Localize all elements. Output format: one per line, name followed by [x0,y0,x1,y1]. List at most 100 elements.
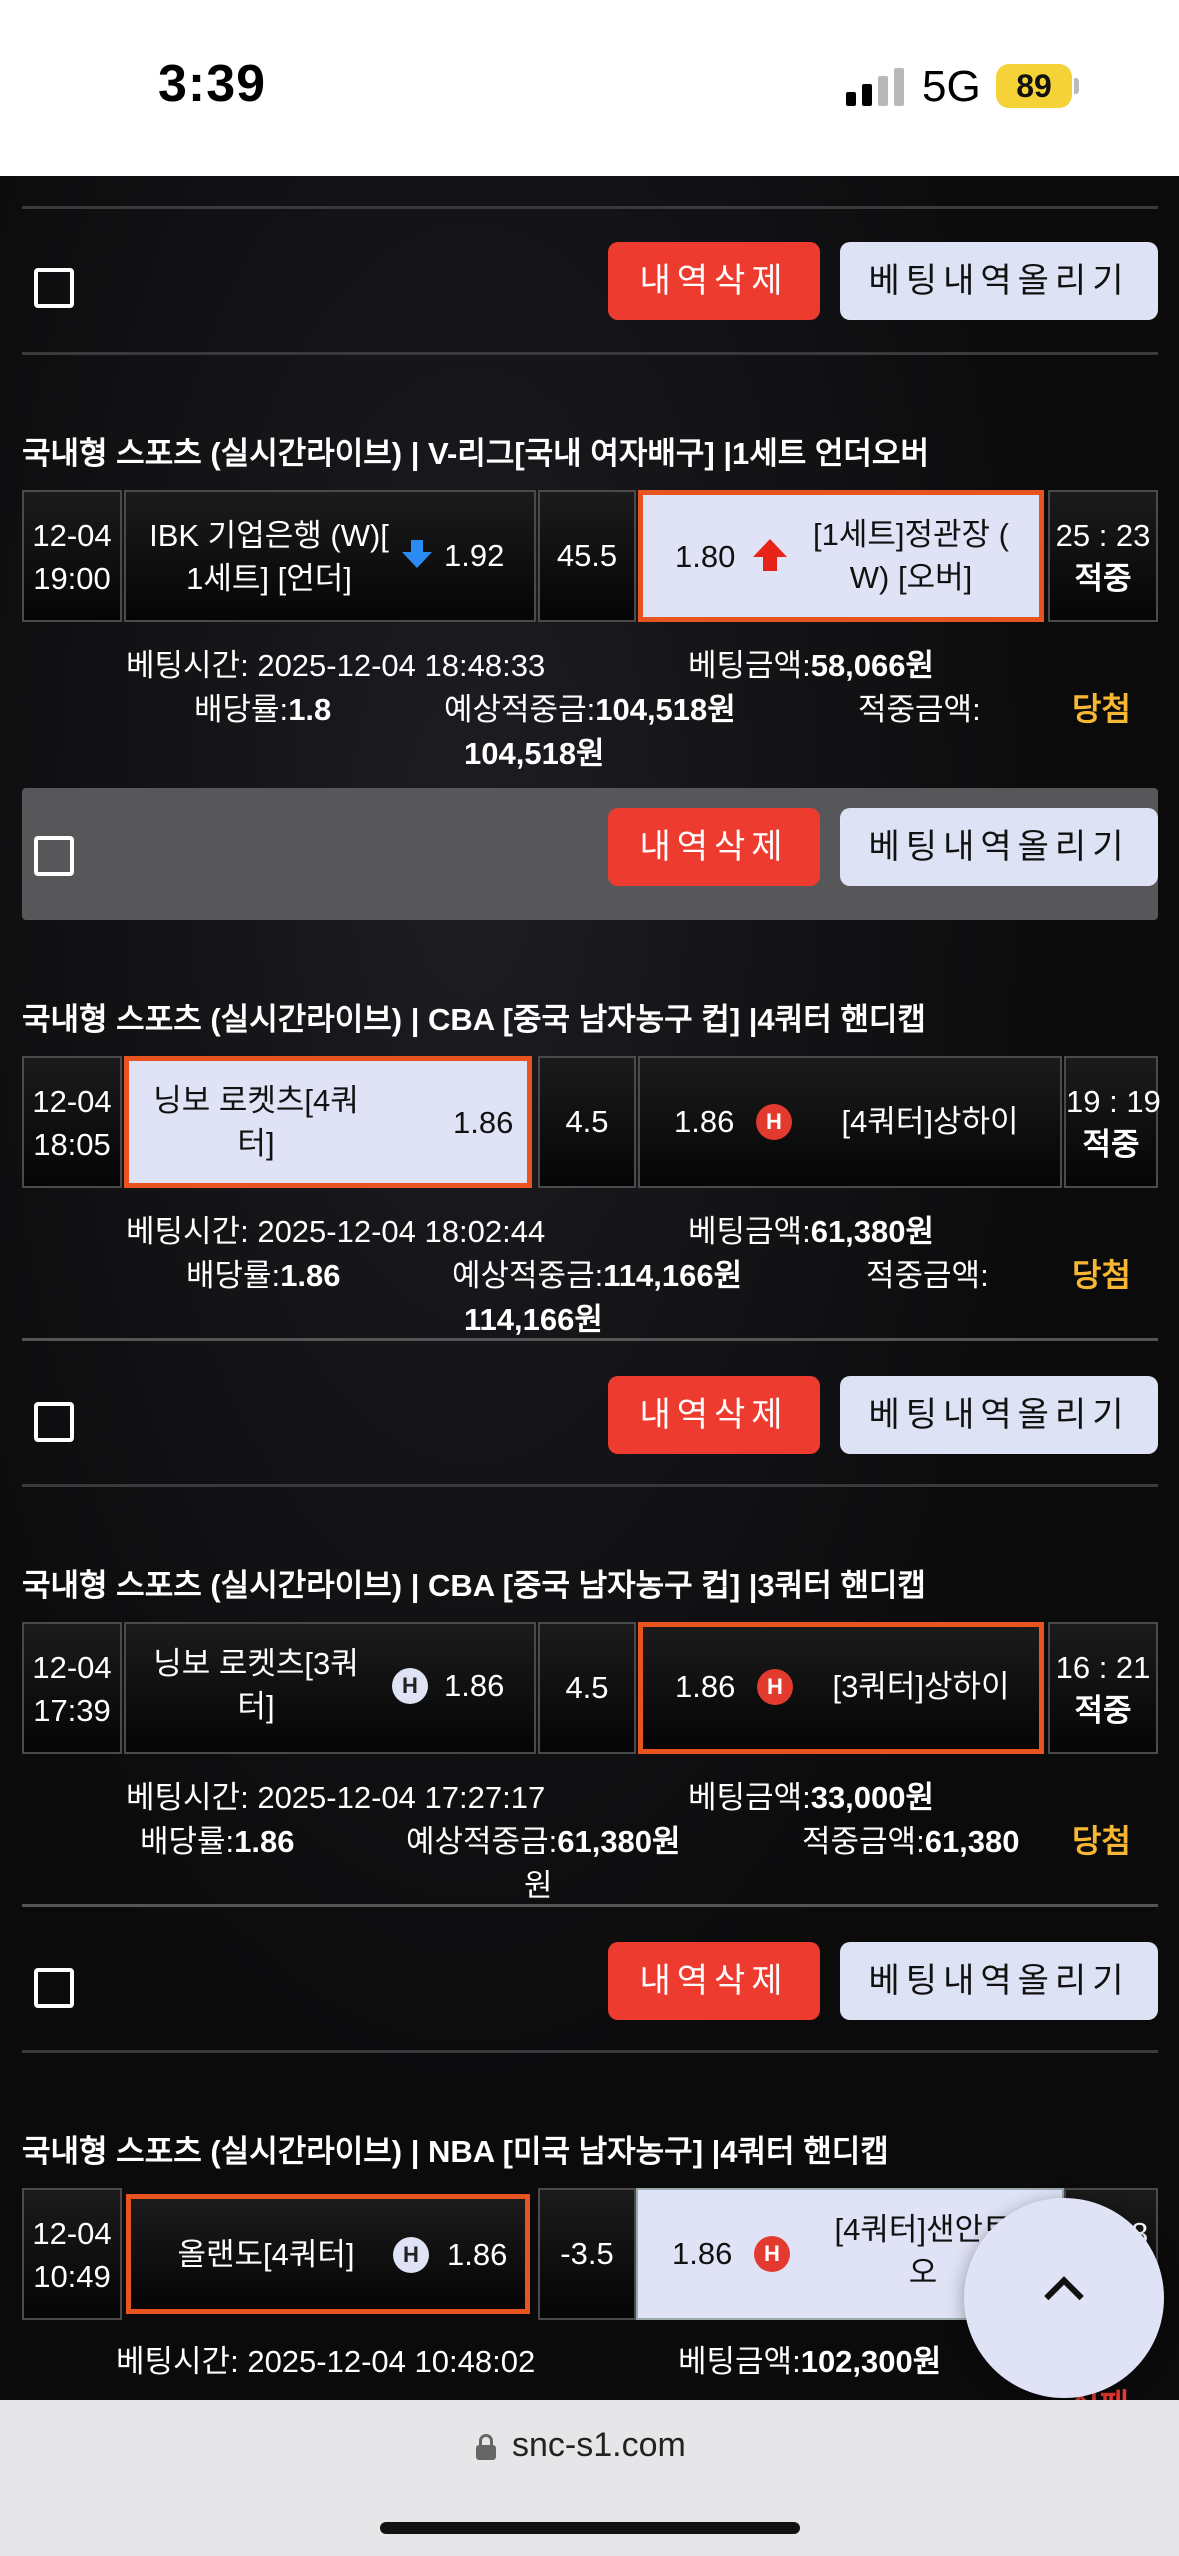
handicap-h-icon: H [756,1104,792,1140]
divider [22,1338,1158,1341]
select-checkbox[interactable] [34,1402,74,1442]
match-result: 16 : 21 적중 [1048,1622,1158,1754]
browser-address-bar[interactable]: snc-s1.com [0,2400,1179,2556]
home-team: IBK 기업은행 (W)[1세트] [언더] [149,518,389,596]
action-row: 내역삭제 베팅내역올리기 [22,1354,1158,1486]
away-odds: 1.86 [675,1669,736,1704]
bet-rate: 배당률:1.86 [186,1258,341,1293]
outcome-badge: 당첨 [1072,1257,1131,1293]
odds-up-icon [753,539,787,571]
match-date: 12-04 10:49 [22,2188,122,2320]
match-date: 12-04 17:39 [22,1622,122,1754]
match-title: 국내형 스포츠 (실시간라이브) | V-리그[국내 여자배구] |1세트 언더… [22,436,929,471]
delete-history-button[interactable]: 내역삭제 [608,808,820,886]
battery-tip [1074,78,1079,94]
home-pick[interactable]: 닝보 로켓츠[3쿼 터] H 1.86 [124,1622,536,1754]
bet-rate: 배당률:1.8 [194,692,332,727]
match-title: 국내형 스포츠 (실시간라이브) | CBA [중국 남자농구 컵] |4쿼터 … [22,1002,926,1037]
handicap-line: 4.5 [538,1622,636,1754]
delete-history-button[interactable]: 내역삭제 [608,1942,820,2020]
action-row: 내역삭제 베팅내역올리기 [22,788,1158,920]
home-team: 올랜도[4쿼터] [177,2237,355,2272]
handicap-line: 45.5 [538,490,636,622]
divider [22,352,1158,355]
bet-amount: 베팅금액:33,000원 [688,1780,935,1815]
post-bet-history-button[interactable]: 베팅내역올리기 [840,808,1158,886]
post-bet-history-button[interactable]: 베팅내역올리기 [840,1942,1158,2020]
url-text[interactable]: snc-s1.com [512,2426,686,2465]
expected-payout: 예상적중금:61,380원 [406,1824,681,1859]
home-pick[interactable]: 올랜도[4쿼터] H 1.86 [126,2194,530,2314]
home-odds: 1.86 [453,1105,514,1140]
bet-rate: 배당률:1.86 [140,1824,295,1859]
away-odds: 1.86 [674,1104,735,1139]
payout-unit: 원 [524,1868,553,1903]
delete-history-button[interactable]: 내역삭제 [608,242,820,320]
hit-amount-label: 적중금액: [858,692,981,727]
handicap-h-icon: H [757,1669,793,1705]
away-pick[interactable]: 1.86 H [3쿼터]상하이 [638,1622,1044,1754]
battery-icon: 89 [996,64,1072,108]
bet-history-list[interactable]: 내역삭제 베팅내역올리기 국내형 스포츠 (실시간라이브) | V-리그[국내 … [0,176,1179,2400]
away-team: [1세트]정관장 (W) [오버] [812,517,1009,595]
scroll-top-button[interactable] [964,2198,1164,2398]
home-odds: 1.92 [444,538,505,573]
network-type: 5G [922,62,981,111]
home-pick[interactable]: 닝보 로켓츠[4쿼 터] 1.86 [124,1056,532,1188]
handicap-line: 4.5 [538,1056,636,1188]
bet-row: 12-04 18:05 닝보 로켓츠[4쿼 터] 1.86 4.5 1.86 H [… [22,1056,1161,1188]
home-indicator[interactable] [380,2522,800,2534]
status-bar: 3:39 5G 89 [0,0,1179,176]
hit-amount: 114,166원 [464,1302,603,1337]
match-result: 19 : 19 적중 [1064,1056,1161,1188]
status-time: 3:39 [158,55,267,113]
bet-amount: 베팅금액:102,300원 [678,2344,942,2379]
action-row: 내역삭제 베팅내역올리기 [22,220,1158,352]
hit-amount: 104,518원 [464,736,605,771]
odds-down-icon [402,540,432,568]
handicap-line: -3.5 [538,2188,636,2320]
bet-time: 베팅시간: 2025-12-04 10:48:02 [116,2344,536,2379]
bet-time: 베팅시간: 2025-12-04 18:48:33 [126,648,546,683]
bet-time: 베팅시간: 2025-12-04 18:02:44 [126,1214,546,1249]
home-odds: 1.86 [447,2237,508,2272]
signal-icon [846,68,906,106]
match-result: 25 : 23 적중 [1048,490,1158,622]
divider [22,2050,1158,2053]
select-checkbox[interactable] [34,836,74,876]
handicap-h-icon: H [392,1668,428,1704]
post-bet-history-button[interactable]: 베팅내역올리기 [840,242,1158,320]
outcome-badge: 당첨 [1072,691,1131,727]
match-title: 국내형 스포츠 (실시간라이브) | CBA [중국 남자농구 컵] |3쿼터 … [22,1568,926,1603]
action-row: 내역삭제 베팅내역올리기 [22,1920,1158,2052]
select-checkbox[interactable] [34,268,74,308]
expected-payout: 예상적중금:104,518원 [444,692,736,727]
select-checkbox[interactable] [34,1968,74,2008]
match-title: 국내형 스포츠 (실시간라이브) | NBA [미국 남자농구] |4쿼터 핸디… [22,2134,889,2169]
handicap-h-icon: H [393,2237,429,2273]
home-odds: 1.86 [444,1668,505,1703]
bet-row: 12-04 19:00 IBK 기업은행 (W)[1세트] [언더] 1.92 4… [22,490,1158,622]
outcome-badge: 당첨 [1072,1823,1131,1859]
home-pick[interactable]: IBK 기업은행 (W)[1세트] [언더] 1.92 [124,490,536,622]
match-date: 12-04 18:05 [22,1056,122,1188]
away-pick[interactable]: 1.86 H [4쿼터]상하이 [638,1056,1062,1188]
bet-row: 12-04 17:39 닝보 로켓츠[3쿼 터] H 1.86 4.5 1.86 H… [22,1622,1158,1754]
lock-icon [476,2434,496,2460]
away-pick[interactable]: 1.80 [1세트]정관장 (W) [오버] [638,490,1044,622]
delete-history-button[interactable]: 내역삭제 [608,1376,820,1454]
expected-payout: 예상적중금:114,166원 [452,1258,743,1293]
post-bet-history-button[interactable]: 베팅내역올리기 [840,1376,1158,1454]
bet-time: 베팅시간: 2025-12-04 17:27:17 [126,1780,546,1815]
bet-amount: 베팅금액:58,066원 [688,648,935,683]
bet-amount: 베팅금액:61,380원 [688,1214,935,1249]
hit-amount: 적중금액:61,380 [802,1824,1020,1859]
away-team: [3쿼터]상하이 [832,1669,1010,1704]
chevron-up-icon [1044,2276,1084,2316]
hit-amount-label: 적중금액: [866,1258,989,1293]
away-odds: 1.86 [672,2236,733,2271]
handicap-h-icon: H [754,2236,790,2272]
divider [22,1484,1158,1487]
divider [22,1904,1158,1907]
divider [22,206,1158,209]
